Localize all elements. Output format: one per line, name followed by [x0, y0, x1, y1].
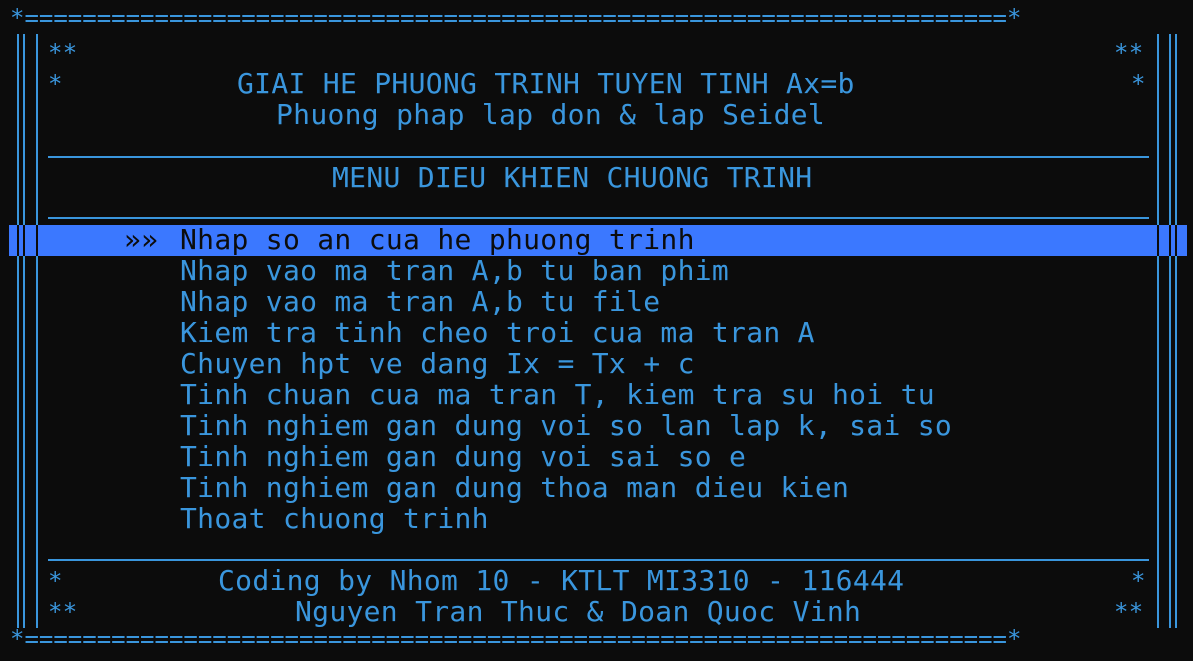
star-top-left: ** — [48, 39, 78, 67]
separator-2 — [48, 217, 1149, 219]
menu-cursor-icon: »» — [124, 223, 159, 256]
menu-item-exit[interactable]: Thoat chuong trinh — [180, 503, 489, 534]
left-outer-line-2 — [23, 34, 25, 628]
program-subtitle: Phuong phap lap don & lap Seidel — [276, 98, 826, 131]
menu-heading: MENU DIEU KHIEN CHUONG TRINH — [332, 161, 813, 194]
menu-item-enter-unknowns[interactable]: Nhap so an cua he phuong trinh — [180, 224, 695, 255]
console-window: *=======================================… — [0, 0, 1193, 661]
right-outer-line-2 — [1175, 34, 1177, 628]
left-inner-line — [36, 34, 38, 628]
left-outer-line-1 — [17, 34, 19, 628]
menu-item-solve-condition[interactable]: Tinh nghiem gan dung thoa man dieu kien — [180, 472, 849, 503]
menu-item-matrix-norm[interactable]: Tinh chuan cua ma tran T, kiem tra su ho… — [180, 379, 935, 410]
star-bottom-right: ** — [1114, 598, 1144, 626]
right-outer-line-1 — [1169, 34, 1171, 628]
separator-1 — [48, 156, 1149, 158]
star-bottom-left: ** — [48, 598, 78, 626]
authors-line: Nguyen Tran Thuc & Doan Quoc Vinh — [295, 595, 862, 628]
menu-item-input-matrix-keyboard[interactable]: Nhap vao ma tran A,b tu ban phim — [180, 255, 729, 286]
program-title: GIAI HE PHUONG TRINH TUYEN TINH Ax=b — [237, 67, 855, 100]
star-title-right: * — [1131, 70, 1146, 98]
star-title-left: * — [48, 70, 63, 98]
bottom-border: *=======================================… — [10, 627, 1022, 651]
separator-3 — [48, 559, 1149, 561]
menu-item-check-diagonal-dominance[interactable]: Kiem tra tinh cheo troi cua ma tran A — [180, 317, 815, 348]
credit-line: Coding by Nhom 10 - KTLT MI3310 - 116444 — [218, 564, 905, 597]
right-inner-line — [1157, 34, 1159, 628]
menu-item-input-matrix-file[interactable]: Nhap vao ma tran A,b tu file — [180, 286, 660, 317]
star-top-right: ** — [1114, 39, 1144, 67]
menu-item-transform-system[interactable]: Chuyen hpt ve dang Ix = Tx + c — [180, 348, 695, 379]
star-credit-left: * — [48, 567, 63, 595]
top-border: *=======================================… — [10, 6, 1022, 30]
star-credit-right: * — [1131, 567, 1146, 595]
menu-item-solve-iterations[interactable]: Tinh nghiem gan dung voi so lan lap k, s… — [180, 410, 952, 441]
menu-item-solve-error[interactable]: Tinh nghiem gan dung voi sai so e — [180, 441, 746, 472]
